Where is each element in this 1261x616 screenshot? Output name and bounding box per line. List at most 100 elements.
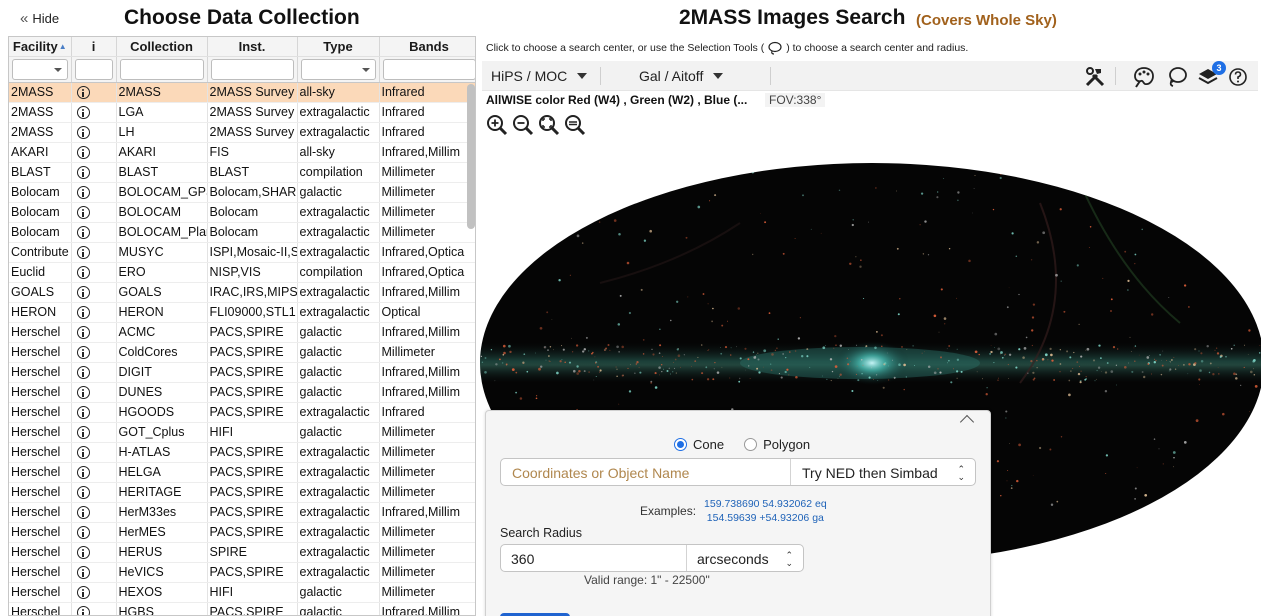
column-header-type[interactable]: Type bbox=[297, 37, 380, 57]
table-row[interactable]: 2MASS LGA 2MASS Survey extragalactic Infrare… bbox=[9, 102, 475, 123]
info-icon[interactable] bbox=[76, 386, 90, 400]
table-row[interactable]: Herschel HELGA PACS,SPIRE extragalactic Mill… bbox=[9, 462, 475, 483]
table-row[interactable]: Bolocam BOLOCAM Bolocam extragalactic Millim… bbox=[9, 202, 475, 223]
info-cell[interactable] bbox=[71, 362, 117, 383]
info-icon[interactable] bbox=[76, 106, 90, 120]
info-cell[interactable] bbox=[71, 402, 117, 423]
info-cell[interactable] bbox=[71, 422, 117, 443]
info-cell[interactable] bbox=[71, 442, 117, 463]
column-header-facility[interactable]: Facility▲ bbox=[9, 37, 72, 57]
info-icon[interactable] bbox=[76, 546, 90, 560]
table-row[interactable]: Herschel DUNES PACS,SPIRE galactic Infrared,… bbox=[9, 382, 475, 403]
table-row[interactable]: Herschel ColdCores PACS,SPIRE galactic Milli… bbox=[9, 342, 475, 363]
layers-button[interactable]: 3 bbox=[1196, 61, 1226, 89]
table-row[interactable]: Herschel HeVICS PACS,SPIRE extragalactic Mil… bbox=[9, 562, 475, 583]
info-icon[interactable] bbox=[76, 426, 90, 440]
selection-lasso-button[interactable] bbox=[1165, 65, 1189, 89]
tools-button[interactable] bbox=[1083, 65, 1107, 89]
zoom-in-button[interactable] bbox=[486, 114, 508, 136]
info-cell[interactable] bbox=[71, 202, 117, 223]
info-cell[interactable] bbox=[71, 462, 117, 483]
zoom-out-button[interactable] bbox=[512, 114, 534, 136]
table-row[interactable]: Herschel ACMC PACS,SPIRE galactic Infrared,M… bbox=[9, 322, 475, 343]
info-cell[interactable] bbox=[71, 262, 117, 283]
info-icon[interactable] bbox=[76, 586, 90, 600]
info-icon[interactable] bbox=[76, 506, 90, 520]
info-icon[interactable] bbox=[76, 146, 90, 160]
radius-unit-select[interactable]: arcseconds ⌃ ⌄ bbox=[687, 545, 803, 571]
info-icon[interactable] bbox=[76, 326, 90, 340]
table-row[interactable]: Euclid ERO NISP,VIS compilation Infrared,Opt… bbox=[9, 262, 475, 283]
info-icon[interactable] bbox=[76, 566, 90, 580]
polygon-radio[interactable] bbox=[744, 438, 758, 451]
column-header-collection[interactable]: Collection bbox=[116, 37, 208, 57]
info-icon[interactable] bbox=[76, 166, 90, 180]
column-header-info[interactable]: i bbox=[71, 37, 117, 57]
info-cell[interactable] bbox=[71, 82, 117, 103]
info-cell[interactable] bbox=[71, 322, 117, 343]
info-icon[interactable] bbox=[76, 406, 90, 420]
info-icon[interactable] bbox=[76, 86, 90, 100]
table-row[interactable]: Bolocam BOLOCAM_Plar Bolocam extragalactic M… bbox=[9, 222, 475, 243]
info-cell[interactable] bbox=[71, 382, 117, 403]
table-row[interactable]: Herschel GOT_Cplus HIFI galactic Millimeter bbox=[9, 422, 475, 443]
table-row[interactable]: Bolocam BOLOCAM_GPS Bolocam,SHAR galactic Mi… bbox=[9, 182, 475, 203]
table-scrollbar[interactable] bbox=[467, 84, 475, 229]
info-icon[interactable] bbox=[76, 246, 90, 260]
type-filter-select[interactable] bbox=[300, 58, 376, 80]
info-cell[interactable] bbox=[71, 162, 117, 183]
info-cell[interactable] bbox=[71, 282, 117, 303]
cone-radio[interactable] bbox=[674, 438, 687, 451]
info-icon[interactable] bbox=[76, 466, 90, 480]
info-cell[interactable] bbox=[71, 562, 117, 583]
info-icon[interactable] bbox=[76, 206, 90, 220]
hide-button[interactable]: « Hide bbox=[20, 10, 59, 27]
info-icon[interactable] bbox=[76, 346, 90, 360]
zoom-fit-button[interactable] bbox=[538, 114, 560, 136]
info-cell[interactable] bbox=[71, 502, 117, 523]
info-cell[interactable] bbox=[71, 582, 117, 603]
inst-filter-input[interactable] bbox=[210, 58, 294, 80]
table-row[interactable]: HERON HERON FLI09000,STL1 extragalactic Opti… bbox=[9, 302, 475, 323]
info-icon[interactable] bbox=[76, 606, 90, 615]
info-cell[interactable] bbox=[71, 182, 117, 203]
table-row[interactable]: Herschel DIGIT PACS,SPIRE galactic Infrared,… bbox=[9, 362, 475, 383]
table-row[interactable]: Herschel HERUS SPIRE extragalactic Millimete… bbox=[9, 542, 475, 563]
table-row[interactable]: Herschel HerMES PACS,SPIRE extragalactic Mil… bbox=[9, 522, 475, 543]
table-row[interactable]: Herschel H-ATLAS PACS,SPIRE extragalactic Mi… bbox=[9, 442, 475, 463]
table-row[interactable]: GOALS GOALS IRAC,IRS,MIPS, extragalactic Inf… bbox=[9, 282, 475, 303]
info-filter-input[interactable] bbox=[74, 58, 113, 80]
table-row[interactable]: Contribute MUSYC ISPI,Mosaic-II,S extragala… bbox=[9, 242, 475, 263]
info-icon[interactable] bbox=[76, 226, 90, 240]
info-cell[interactable] bbox=[71, 302, 117, 323]
info-cell[interactable] bbox=[71, 482, 117, 503]
table-row[interactable]: Herschel HERITAGE PACS,SPIRE extragalactic M… bbox=[9, 482, 475, 503]
info-cell[interactable] bbox=[71, 222, 117, 243]
info-icon[interactable] bbox=[76, 526, 90, 540]
info-cell[interactable] bbox=[71, 542, 117, 563]
object-name-input[interactable]: Coordinates or Object Name bbox=[501, 459, 791, 485]
info-icon[interactable] bbox=[76, 126, 90, 140]
info-icon[interactable] bbox=[76, 306, 90, 320]
info-cell[interactable] bbox=[71, 142, 117, 163]
table-row[interactable]: Herschel HerM33es PACS,SPIRE extragalactic I… bbox=[9, 502, 475, 523]
info-cell[interactable] bbox=[71, 102, 117, 123]
table-row[interactable]: Herschel HEXOS HIFI galactic Millimeter bbox=[9, 582, 475, 603]
collection-filter-input[interactable] bbox=[119, 58, 204, 80]
info-icon[interactable] bbox=[76, 366, 90, 380]
info-icon[interactable] bbox=[76, 266, 90, 280]
table-row[interactable]: AKARI AKARI FIS all-sky Infrared,Millim bbox=[9, 142, 475, 163]
facility-filter-select[interactable] bbox=[12, 58, 68, 80]
table-row[interactable]: 2MASS 2MASS 2MASS Survey all-sky Infrared bbox=[9, 82, 475, 103]
info-icon[interactable] bbox=[76, 286, 90, 300]
info-icon[interactable] bbox=[76, 186, 90, 200]
info-icon[interactable] bbox=[76, 486, 90, 500]
help-button[interactable] bbox=[1226, 65, 1250, 89]
table-row[interactable]: Herschel HGOODS PACS,SPIRE extragalactic Inf… bbox=[9, 402, 475, 423]
chevron-up-icon[interactable] bbox=[959, 414, 975, 430]
color-palette-button[interactable] bbox=[1132, 65, 1156, 89]
table-row[interactable]: Herschel HGBS PACS,SPIRE galactic Infrared,M… bbox=[9, 602, 475, 615]
radius-input[interactable]: 360 bbox=[501, 545, 687, 571]
info-icon[interactable] bbox=[76, 446, 90, 460]
info-cell[interactable] bbox=[71, 122, 117, 143]
